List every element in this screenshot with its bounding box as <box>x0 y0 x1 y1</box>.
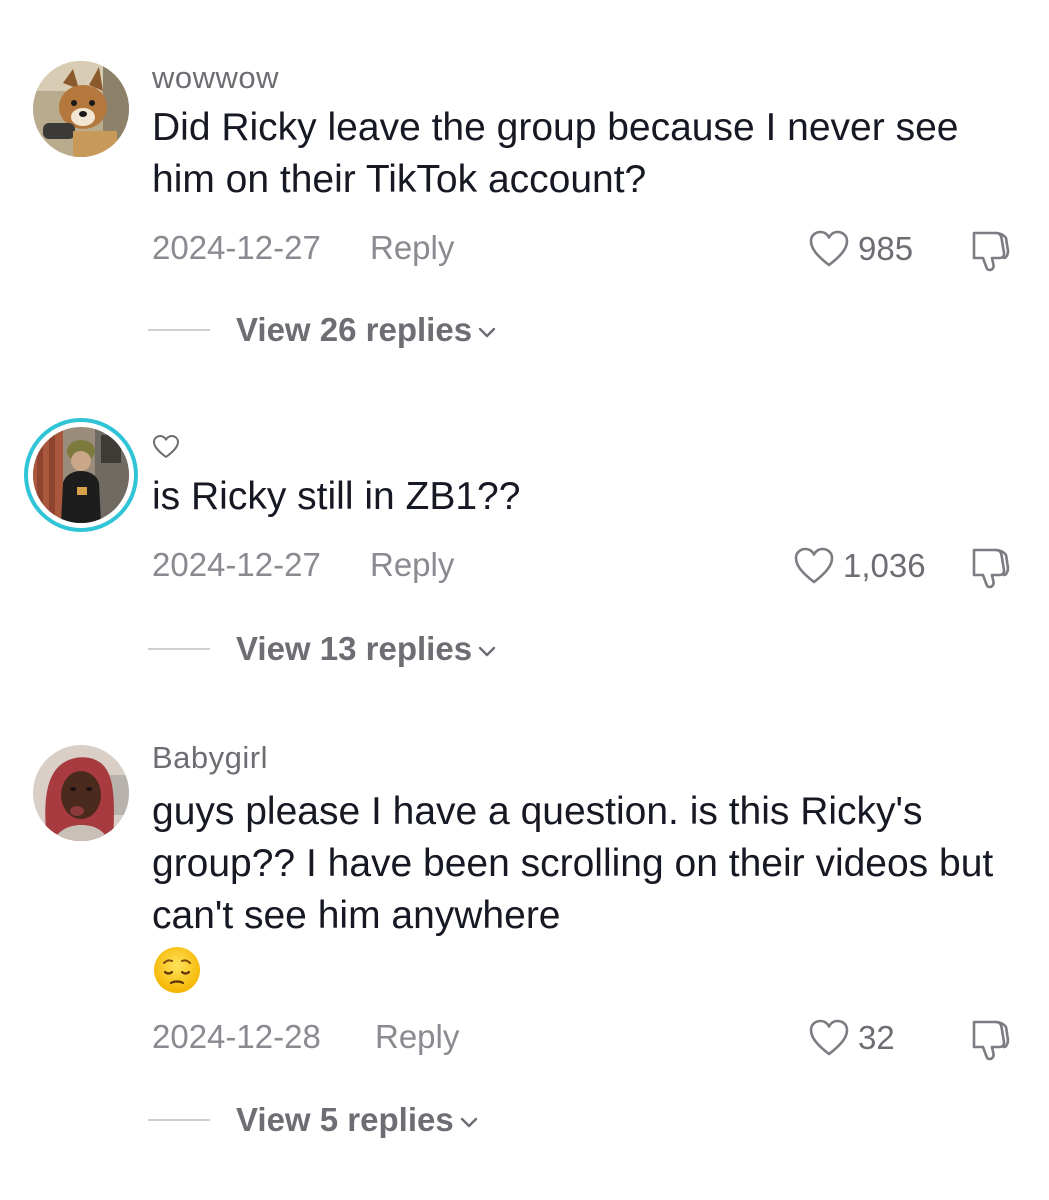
chevron-down-icon <box>460 1117 477 1128</box>
thumbs-down-icon <box>972 231 1010 272</box>
like-count: 1,036 <box>843 547 926 584</box>
divider <box>148 648 210 650</box>
comment-text: is Ricky still in ZB1?? <box>152 475 521 518</box>
like-count: 985 <box>858 230 914 267</box>
dislike-button[interactable] <box>966 225 1014 273</box>
view-replies-button[interactable]: View 13 replies <box>148 629 498 669</box>
dislike-button[interactable] <box>966 1014 1014 1062</box>
chevron-down-icon <box>478 646 496 657</box>
comment-meta: 2024-12-28 Reply 32 <box>152 1018 1014 1062</box>
comment-meta: 2024-12-27 Reply 1,036 <box>152 546 1014 590</box>
comment-text: guys please I have a question. is this R… <box>152 790 994 937</box>
heart-outline-icon <box>809 1019 849 1056</box>
heart-outline-icon <box>794 547 834 584</box>
like-count: 32 <box>858 1019 895 1056</box>
dislike-button[interactable] <box>966 542 1014 590</box>
divider <box>148 329 210 331</box>
avatar-photo <box>33 61 129 157</box>
avatar-photo <box>33 427 129 523</box>
divider <box>148 1119 210 1121</box>
like-button[interactable]: 1,036 <box>793 542 926 590</box>
reply-button[interactable]: Reply <box>370 229 454 267</box>
like-button[interactable]: 32 <box>808 1014 895 1062</box>
chevron-down-icon <box>478 327 496 338</box>
view-replies-label: View 5 replies <box>236 1101 454 1138</box>
username[interactable]: Babygirl <box>152 740 268 776</box>
avatar-photo <box>33 745 129 841</box>
comment-date: 2024-12-27 <box>152 546 321 583</box>
comment-date: 2024-12-27 <box>152 229 321 266</box>
like-button[interactable]: 985 <box>808 225 913 273</box>
pensive-face-emoji <box>154 947 200 993</box>
comment-text: Did Ricky leave the group because I neve… <box>152 106 959 201</box>
thumbs-down-icon <box>972 1020 1010 1061</box>
avatar[interactable] <box>33 745 129 841</box>
avatar[interactable] <box>24 418 138 532</box>
avatar[interactable] <box>33 61 129 157</box>
heart-outline-icon <box>153 435 179 458</box>
reply-button[interactable]: Reply <box>375 1018 459 1056</box>
thumbs-down-icon <box>972 548 1010 589</box>
username[interactable]: wowwow <box>152 60 279 96</box>
view-replies-button[interactable]: View 26 replies <box>148 310 498 350</box>
comment-meta: 2024-12-27 Reply 985 <box>152 229 1014 273</box>
view-replies-label: View 26 replies <box>236 311 473 348</box>
reply-button[interactable]: Reply <box>370 546 454 584</box>
heart-outline-icon <box>809 230 849 267</box>
comment-date: 2024-12-28 <box>152 1018 321 1055</box>
view-replies-button[interactable]: View 5 replies <box>148 1100 480 1140</box>
view-replies-label: View 13 replies <box>236 630 473 667</box>
